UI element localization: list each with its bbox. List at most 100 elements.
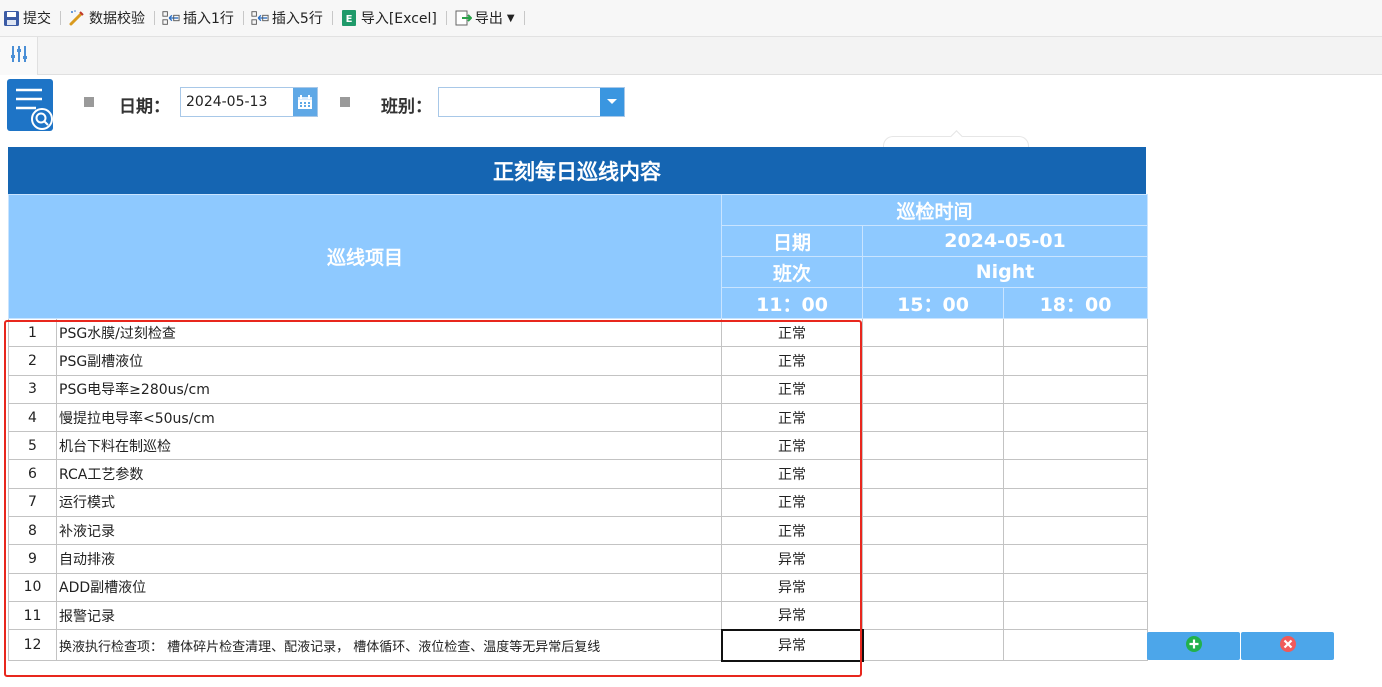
settings-tab[interactable] bbox=[0, 37, 38, 75]
cell-value[interactable] bbox=[862, 346, 1005, 376]
toolbar-separator bbox=[331, 11, 333, 25]
row-item: 运行模式 bbox=[55, 487, 723, 518]
cell-value[interactable]: 正常 bbox=[721, 516, 864, 546]
toolbar-separator bbox=[60, 11, 61, 25]
toolbar-separator bbox=[242, 11, 244, 25]
date-value[interactable]: 2024-05-13 bbox=[181, 88, 293, 116]
cell-value[interactable] bbox=[862, 487, 1005, 518]
excel-icon: E bbox=[340, 9, 358, 27]
row-number: 7 bbox=[8, 487, 57, 518]
cell-value[interactable] bbox=[862, 431, 1005, 461]
header-patrol-time: 巡检时间 bbox=[721, 194, 1149, 226]
cell-value[interactable] bbox=[862, 629, 1005, 662]
svg-text:E: E bbox=[345, 14, 352, 25]
cell-value[interactable] bbox=[1003, 459, 1149, 489]
header-shift-label: 班次 bbox=[721, 256, 864, 288]
table-row: 4 慢提拉电导率<50us/cm 正常 bbox=[8, 402, 1149, 433]
date-field[interactable]: 2024-05-13 bbox=[180, 87, 318, 117]
cell-value-selected[interactable]: 异常 bbox=[720, 628, 864, 662]
query-button[interactable] bbox=[7, 79, 53, 131]
row-item: ADD副槽液位 bbox=[55, 572, 723, 602]
cell-value[interactable]: 异常 bbox=[721, 544, 864, 574]
row-number: 4 bbox=[8, 402, 57, 433]
toolbar-separator bbox=[445, 11, 447, 25]
cell-value[interactable] bbox=[1003, 487, 1149, 518]
calendar-icon[interactable] bbox=[293, 88, 317, 116]
cell-value[interactable]: 异常 bbox=[721, 572, 864, 602]
row-item: 换液执行检查项： 槽体碎片检查清理、配液记录， 槽体循环、液位检查、温度等无异常… bbox=[55, 629, 723, 662]
row-item: 机台下料在制巡检 bbox=[55, 431, 723, 461]
cell-value[interactable] bbox=[862, 402, 1005, 433]
table-row: 11 报警记录 异常 bbox=[8, 600, 1149, 631]
insert-5-rows-button[interactable]: 插入5行 bbox=[249, 6, 327, 30]
row-number: 2 bbox=[8, 346, 57, 376]
cell-value[interactable] bbox=[1003, 600, 1149, 631]
patrol-table: 巡线项目 巡检时间 日期 2024-05-01 班次 Night 11：00 1… bbox=[7, 194, 1149, 662]
cell-value[interactable] bbox=[862, 317, 1005, 348]
table-row: 2 PSG副槽液位 正常 bbox=[8, 346, 1149, 376]
insert-1-row-button[interactable]: 插入1行 bbox=[160, 6, 238, 30]
row-item: 慢提拉电导率<50us/cm bbox=[55, 402, 723, 433]
table-row: 1 PSG水膜/过刻检查 正常 bbox=[8, 317, 1149, 348]
shift-label: 班别： bbox=[381, 97, 432, 117]
delete-row-button[interactable] bbox=[1241, 632, 1334, 660]
add-row-button[interactable] bbox=[1147, 632, 1240, 660]
cell-value[interactable] bbox=[1003, 346, 1149, 376]
import-excel-label: 导入[Excel] bbox=[360, 11, 437, 27]
header-item: 巡线项目 bbox=[7, 194, 723, 319]
cell-value[interactable] bbox=[1003, 402, 1149, 433]
panel-bar bbox=[0, 37, 1382, 75]
row-item: RCA工艺参数 bbox=[55, 459, 723, 489]
row-item: PSG电导率≥280us/cm bbox=[55, 374, 723, 404]
table-row: 6 RCA工艺参数 正常 bbox=[8, 459, 1149, 489]
row-number: 3 bbox=[8, 374, 57, 404]
cell-value[interactable] bbox=[1003, 516, 1149, 546]
dropdown-arrow-icon[interactable] bbox=[600, 88, 624, 116]
row-number: 5 bbox=[8, 431, 57, 461]
cell-value[interactable] bbox=[1003, 317, 1149, 348]
validate-button[interactable]: 数据校验 bbox=[66, 6, 149, 30]
insert-row-icon bbox=[162, 9, 180, 27]
row-number: 9 bbox=[8, 544, 57, 574]
row-number: 11 bbox=[8, 600, 57, 631]
row-item: 自动排液 bbox=[55, 544, 723, 574]
row-item: 补液记录 bbox=[55, 516, 723, 546]
cell-value[interactable]: 正常 bbox=[721, 459, 864, 489]
validate-label: 数据校验 bbox=[89, 11, 145, 27]
cell-value[interactable] bbox=[862, 374, 1005, 404]
export-button[interactable]: 导出 ▼ bbox=[452, 6, 519, 30]
add-icon bbox=[1185, 635, 1203, 657]
cell-value[interactable] bbox=[862, 516, 1005, 546]
cell-value[interactable] bbox=[862, 572, 1005, 602]
cell-value[interactable] bbox=[1003, 572, 1149, 602]
export-icon bbox=[454, 9, 472, 27]
table-row: 5 机台下料在制巡检 正常 bbox=[8, 431, 1149, 461]
cell-value[interactable]: 异常 bbox=[721, 600, 864, 631]
table-row: 10 ADD副槽液位 异常 bbox=[8, 572, 1149, 602]
toolbar: 提交 数据校验 插入1行 插入5行 E 导入[Excel] 导出 ▼ bbox=[0, 0, 1382, 37]
cell-value[interactable]: 正常 bbox=[721, 431, 864, 461]
cell-value[interactable]: 正常 bbox=[721, 317, 864, 348]
field-bullet bbox=[340, 97, 350, 107]
cell-value[interactable] bbox=[1003, 629, 1149, 662]
cell-value[interactable] bbox=[862, 459, 1005, 489]
row-item: PSG水膜/过刻检查 bbox=[55, 317, 723, 348]
header-time: 11：00 bbox=[721, 287, 864, 319]
table-row: 8 补液记录 正常 bbox=[8, 516, 1149, 546]
header-date-label: 日期 bbox=[721, 225, 864, 257]
import-excel-button[interactable]: E 导入[Excel] bbox=[338, 6, 441, 30]
cell-value[interactable] bbox=[1003, 544, 1149, 574]
cell-value[interactable]: 正常 bbox=[721, 346, 864, 376]
cell-value[interactable] bbox=[1003, 374, 1149, 404]
cell-value[interactable]: 正常 bbox=[721, 487, 864, 518]
delete-icon bbox=[1279, 635, 1297, 657]
cell-value[interactable]: 正常 bbox=[721, 374, 864, 404]
shift-select[interactable] bbox=[438, 87, 625, 117]
insert-row-icon bbox=[251, 9, 269, 27]
cell-value[interactable] bbox=[862, 544, 1005, 574]
cell-value[interactable] bbox=[862, 600, 1005, 631]
cell-value[interactable] bbox=[1003, 431, 1149, 461]
submit-button[interactable]: 提交 bbox=[0, 6, 55, 30]
cell-value[interactable]: 正常 bbox=[721, 402, 864, 433]
validate-icon bbox=[68, 9, 86, 27]
